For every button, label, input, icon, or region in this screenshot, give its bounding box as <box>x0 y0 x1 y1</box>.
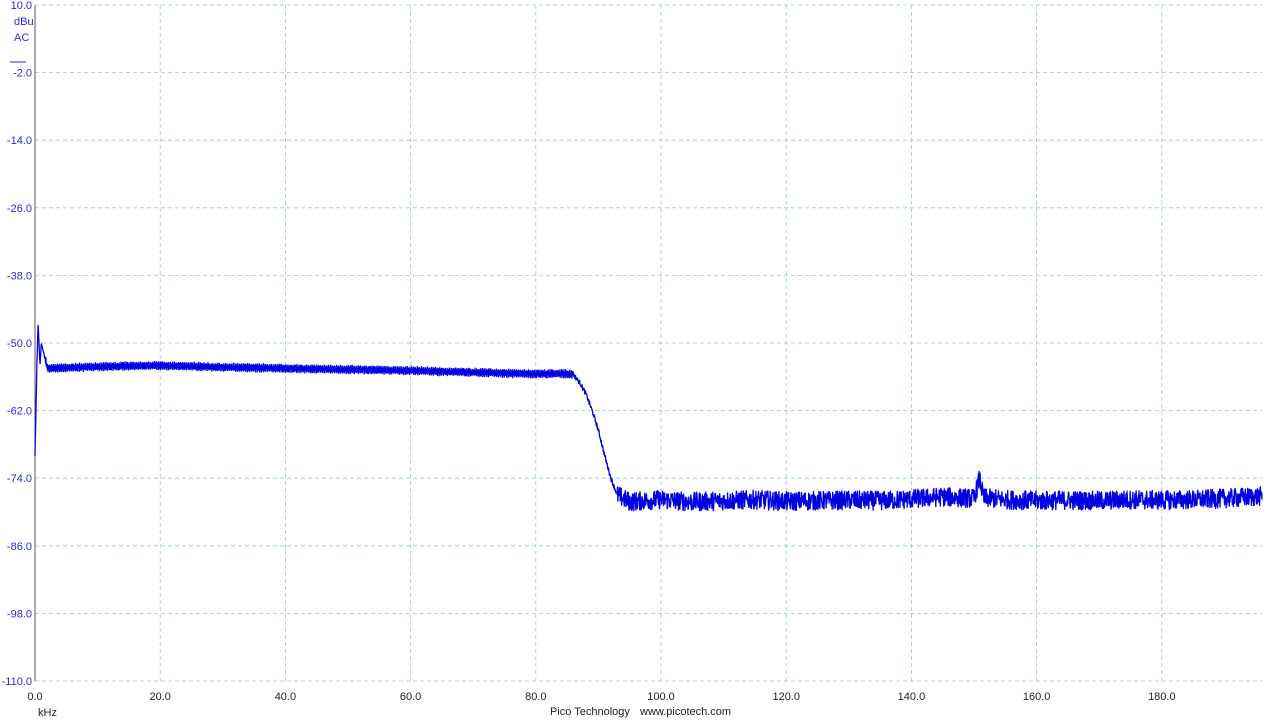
x-tick-labels: 0.0 20.0 40.0 60.0 80.0 100.0 120.0 140.0 160.0 1… <box>27 691 1175 703</box>
y-tick-label: -86.0 <box>7 541 32 553</box>
footer-brand: Pico Technology <box>550 706 630 718</box>
y-tick-labels: 10.0 -2.0 -14.0 -26.0 -38.0 -50.0 -62.0 -74.0 -8… <box>2 0 32 688</box>
y-tick-label: -110.0 <box>2 676 32 688</box>
x-tick-label: 160.0 <box>1023 691 1051 703</box>
x-unit-label: kHz <box>38 707 57 719</box>
y-tick-label: -50.0 <box>7 338 32 350</box>
spectrum-chart: 10.0 -2.0 -14.0 -26.0 -38.0 -50.0 -62.0 -74.0 -8… <box>2 0 1263 719</box>
x-tick-label: 20.0 <box>149 691 170 703</box>
grid-lines <box>35 4 1262 682</box>
x-tick-label: 140.0 <box>898 691 926 703</box>
y-tick-label: -74.0 <box>7 473 32 485</box>
x-tick-label: 120.0 <box>772 691 800 703</box>
y-tick-label: -2.0 <box>13 68 32 80</box>
y-tick-label: 10.0 <box>11 0 32 12</box>
x-tick-label: 0.0 <box>27 691 42 703</box>
coupling-label: AC <box>14 32 29 44</box>
x-tick-label: 180.0 <box>1148 691 1176 703</box>
y-tick-label: -62.0 <box>7 406 32 418</box>
x-tick-label: 100.0 <box>647 691 675 703</box>
x-tick-label: 40.0 <box>275 691 296 703</box>
y-tick-label: -26.0 <box>7 203 32 215</box>
footer-website: www.picotech.com <box>639 706 731 718</box>
spectrum-trace <box>34 324 1263 512</box>
y-tick-label: -38.0 <box>7 270 32 282</box>
x-tick-label: 80.0 <box>525 691 546 703</box>
y-unit-label: dBu <box>14 16 34 28</box>
y-tick-label: -14.0 <box>7 135 32 147</box>
x-tick-label: 60.0 <box>400 691 421 703</box>
y-tick-label: -98.0 <box>7 608 32 620</box>
